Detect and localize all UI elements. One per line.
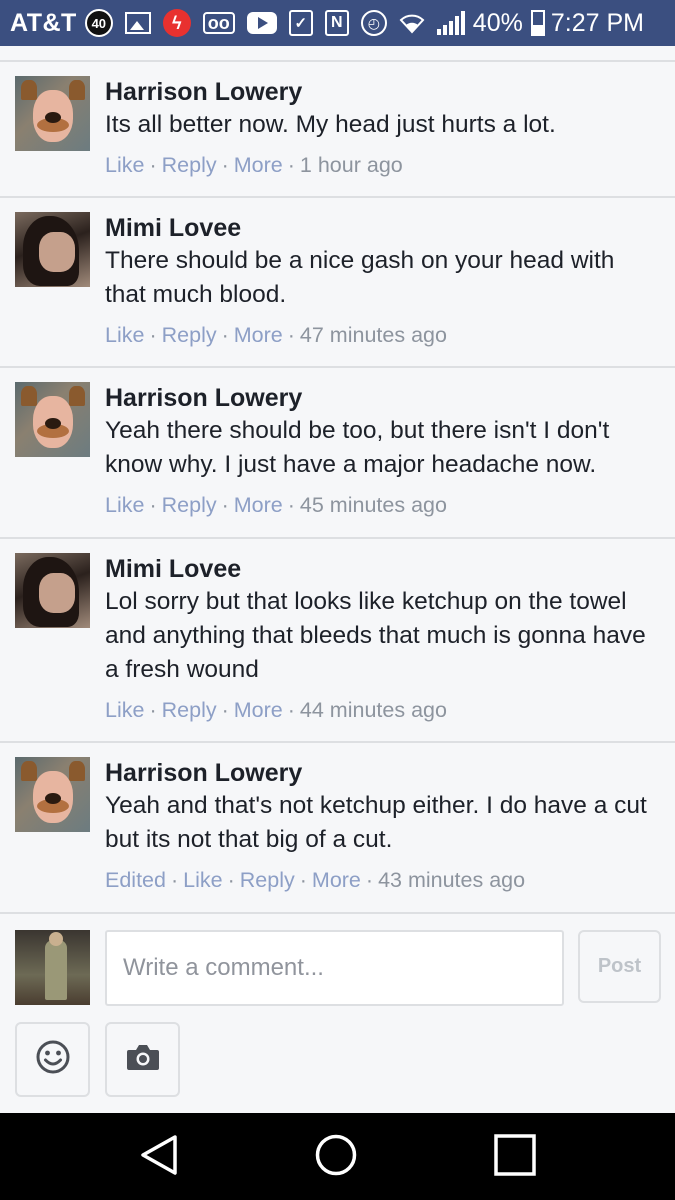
reply-link[interactable]: Reply — [162, 698, 217, 722]
back-icon — [137, 1133, 181, 1182]
recent-apps-icon — [493, 1133, 537, 1182]
home-button[interactable] — [312, 1133, 360, 1181]
signal-icon — [436, 11, 465, 35]
battery-icon — [530, 10, 545, 36]
comment-timestamp: 1 hour ago — [299, 153, 403, 177]
comment-body: Harrison Lowery Yeah and that's not ketch… — [105, 757, 650, 895]
like-link[interactable]: Like — [183, 868, 222, 892]
status-time: 7:27 PM — [550, 8, 644, 37]
meta-separator: · — [221, 493, 229, 517]
meta-separator: · — [221, 153, 229, 177]
comment-body: Mimi Lovee Lol sorry but that looks like … — [105, 553, 650, 725]
meta-separator: · — [221, 323, 229, 347]
more-link[interactable]: More — [234, 323, 283, 347]
comment-meta: Like · Reply · More · 1 hour ago — [105, 150, 650, 180]
wifi-icon — [399, 12, 425, 34]
home-icon — [314, 1133, 358, 1182]
like-link[interactable]: Like — [105, 493, 144, 517]
meta-separator: · — [149, 153, 157, 177]
camera-icon — [125, 1042, 161, 1077]
comment-avatar[interactable] — [15, 76, 90, 151]
comment-composer: Post — [0, 914, 675, 1113]
meta-separator: · — [149, 323, 157, 347]
camera-button[interactable] — [105, 1022, 180, 1097]
recent-apps-button[interactable] — [491, 1133, 539, 1181]
meta-separator: · — [365, 868, 374, 892]
comment-body: Harrison Lowery Yeah there should be too,… — [105, 382, 650, 520]
comment-author[interactable]: Mimi Lovee — [105, 212, 650, 244]
comment-item: Harrison Lowery Yeah and that's not ketch… — [0, 743, 675, 914]
comment-text: Its all better now. My head just hurts a… — [105, 111, 556, 138]
system-nav-bar — [0, 1113, 675, 1200]
comment-meta: Like · Reply · More · 47 minutes ago — [105, 320, 650, 350]
comment-avatar[interactable] — [15, 757, 90, 832]
more-link[interactable]: More — [312, 868, 361, 892]
reply-link[interactable]: Reply — [162, 323, 217, 347]
meta-separator: · — [299, 868, 307, 892]
like-link[interactable]: Like — [105, 153, 144, 177]
battery-percent: 40% — [472, 8, 523, 37]
notification-badge-icon: 40 — [84, 9, 113, 37]
comment-author[interactable]: Harrison Lowery — [105, 76, 650, 108]
comment-timestamp: 47 minutes ago — [299, 323, 447, 347]
comment-meta: Edited · Like · Reply · More · 43 minutes ago — [105, 865, 650, 895]
comment-item: Harrison Lowery Yeah there should be too,… — [0, 368, 675, 539]
edited-label: Edited — [105, 868, 166, 892]
comment-meta: Like · Reply · More · 44 minutes ago — [105, 695, 650, 725]
reply-link[interactable]: Reply — [162, 493, 217, 517]
meta-separator: · — [287, 698, 295, 722]
meta-separator: · — [149, 698, 157, 722]
meta-separator: · — [149, 493, 157, 517]
comment-author[interactable]: Harrison Lowery — [105, 382, 650, 414]
meta-separator: · — [227, 868, 235, 892]
voicemail-icon: oo — [202, 12, 235, 34]
comment-meta: Like · Reply · More · 45 minutes ago — [105, 490, 650, 520]
comment-timestamp: 45 minutes ago — [299, 493, 447, 517]
post-button[interactable]: Post — [578, 930, 661, 1003]
more-link[interactable]: More — [234, 153, 283, 177]
like-link[interactable]: Like — [105, 323, 144, 347]
comment-item: Harrison Lowery Its all better now. My he… — [0, 62, 675, 198]
current-user-avatar — [15, 930, 90, 1005]
carrier-label: AT&T — [10, 8, 77, 37]
comment-body: Mimi Lovee There should be a nice gash on… — [105, 212, 650, 350]
clipboard-check-icon: ✓ — [288, 10, 313, 36]
more-link[interactable]: More — [234, 493, 283, 517]
back-button[interactable] — [135, 1133, 183, 1181]
comment-avatar[interactable] — [15, 553, 90, 628]
comment-text: Yeah there should be too, but there isn'… — [105, 417, 610, 478]
comment-text: Lol sorry but that looks like ketchup on… — [105, 588, 646, 683]
comment-text: Yeah and that's not ketchup either. I do… — [105, 792, 647, 853]
more-link[interactable]: More — [234, 698, 283, 722]
comment-body: Harrison Lowery Its all better now. My he… — [105, 76, 650, 180]
meta-separator: · — [287, 153, 295, 177]
comment-avatar[interactable] — [15, 382, 90, 457]
nfc-icon: N — [324, 10, 349, 36]
reply-link[interactable]: Reply — [162, 153, 217, 177]
comment-author[interactable]: Harrison Lowery — [105, 757, 650, 789]
reply-link[interactable]: Reply — [240, 868, 295, 892]
comment-author[interactable]: Mimi Lovee — [105, 553, 650, 585]
gallery-icon — [124, 12, 151, 34]
comment-input[interactable] — [105, 930, 564, 1006]
emoji-button[interactable] — [15, 1022, 90, 1097]
emoji-icon — [35, 1039, 71, 1080]
like-link[interactable]: Like — [105, 698, 144, 722]
comment-text: There should be a nice gash on your head… — [105, 247, 615, 308]
comment-item: Mimi Lovee Lol sorry but that looks like … — [0, 539, 675, 743]
flash-icon: ϟ — [162, 9, 191, 37]
meta-separator: · — [170, 868, 179, 892]
youtube-icon — [246, 12, 277, 34]
comment-item: Mimi Lovee There should be a nice gash on… — [0, 198, 675, 368]
comment-timestamp: 43 minutes ago — [378, 868, 526, 892]
status-bar: AT&T 40 ϟ oo ✓ N ◴ 40% 7:27 PM — [0, 0, 675, 46]
comment-avatar[interactable] — [15, 212, 90, 287]
meta-separator: · — [221, 698, 229, 722]
meta-separator: · — [287, 323, 295, 347]
alarm-icon: ◴ — [360, 10, 387, 36]
meta-separator: · — [287, 493, 295, 517]
comment-timestamp: 44 minutes ago — [299, 698, 447, 722]
